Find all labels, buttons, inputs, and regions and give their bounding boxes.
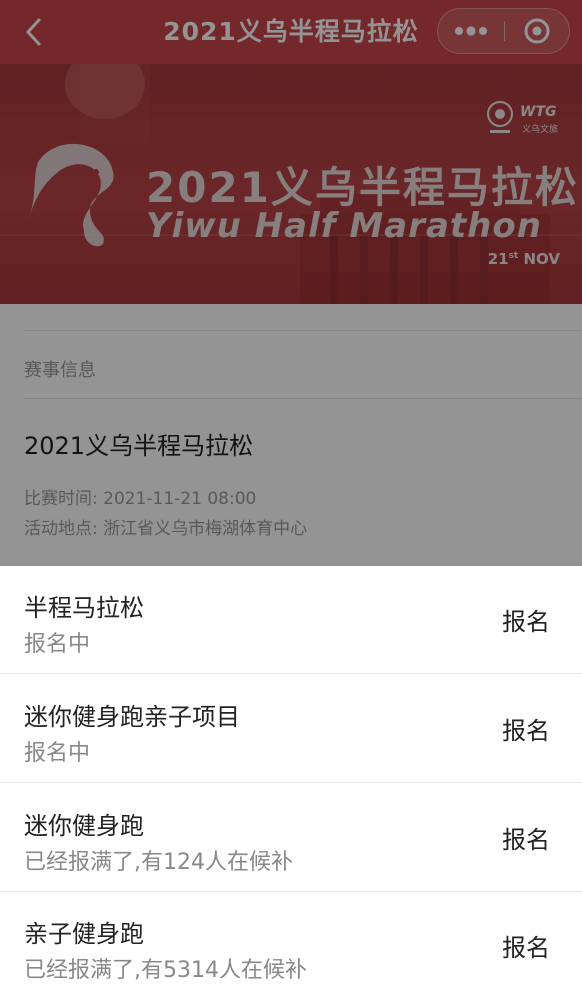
item-status: 报名中 — [24, 741, 91, 766]
divider — [24, 330, 582, 331]
location-value: 浙江省义乌市梅湖体育中心 — [103, 519, 308, 539]
date-suffix: st — [508, 251, 519, 261]
divider — [0, 673, 582, 674]
item-name: 亲子健身跑 — [24, 920, 144, 948]
banner-subtitle: Yiwu Half Marathon — [146, 206, 542, 246]
event-info-section: 赛事信息 2021义乌半程马拉松 比赛时间: 2021-11-21 08:00 … — [0, 304, 582, 566]
more-dots-icon — [455, 26, 487, 36]
navigation-bar: 2021义乌半程马拉松 — [0, 0, 582, 64]
mini-program-capsule — [437, 8, 570, 54]
banner-date: 21st NOV — [488, 250, 560, 268]
location-label: 活动地点: — [24, 519, 104, 539]
more-button[interactable] — [438, 9, 504, 53]
register-button[interactable]: 报名 — [502, 820, 550, 855]
event-location: 活动地点: 浙江省义乌市梅湖体育中心 — [24, 514, 307, 539]
date-month: NOV — [523, 250, 560, 268]
register-button[interactable]: 报名 — [502, 711, 550, 746]
target-close-icon — [524, 18, 550, 44]
wtg-logo: WTG — [520, 104, 557, 120]
divider — [24, 398, 582, 399]
close-button[interactable] — [505, 9, 569, 53]
item-status: 已经报满了,有124人在候补 — [24, 850, 293, 875]
item-name: 迷你健身跑 — [24, 812, 144, 840]
dragon-logo — [28, 143, 114, 247]
event-name: 2021义乌半程马拉松 — [24, 432, 254, 460]
registration-sheet: 半程马拉松 报名中 报名 迷你健身跑亲子项目 报名中 报名 迷你健身跑 已经报满… — [0, 566, 582, 1000]
time-value: 2021-11-21 08:00 — [103, 489, 257, 509]
list-item[interactable]: 半程马拉松 报名中 报名 — [0, 566, 582, 674]
list-item[interactable]: 迷你健身跑亲子项目 报名中 报名 — [0, 675, 582, 783]
register-button[interactable]: 报名 — [502, 928, 550, 963]
item-name: 迷你健身跑亲子项目 — [24, 703, 240, 731]
item-status: 已经报满了,有5314人在候补 — [24, 958, 307, 983]
event-banner: WTG 义乌文旅 2021义乌半程马拉松 Yiwu Half Marathon … — [0, 64, 582, 304]
register-button[interactable]: 报名 — [502, 602, 550, 637]
time-label: 比赛时间: — [24, 489, 104, 509]
date-day: 21 — [487, 250, 509, 268]
list-item[interactable]: 亲子健身跑 已经报满了,有5314人在候补 报名 — [0, 892, 582, 1000]
item-status: 报名中 — [24, 632, 91, 657]
seal-logo — [487, 101, 513, 133]
item-name: 半程马拉松 — [24, 594, 144, 622]
event-time: 比赛时间: 2021-11-21 08:00 — [24, 484, 256, 509]
list-item[interactable]: 迷你健身跑 已经报满了,有124人在候补 报名 — [0, 784, 582, 892]
divider — [0, 782, 582, 783]
wtg-logo-subtitle: 义乌文旅 — [522, 125, 559, 135]
section-label: 赛事信息 — [24, 360, 96, 381]
